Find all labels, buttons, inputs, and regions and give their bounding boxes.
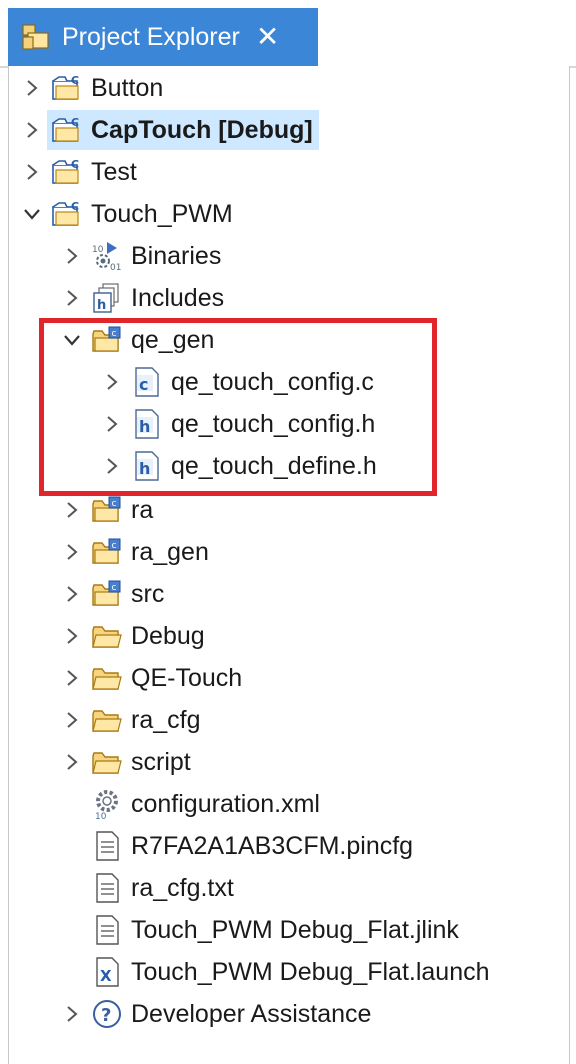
svg-text:C: C bbox=[71, 200, 79, 213]
svg-text:10: 10 bbox=[92, 245, 104, 255]
tree-item-includes[interactable]: h Includes bbox=[61, 278, 224, 318]
chevron-right-icon[interactable] bbox=[61, 750, 83, 774]
svg-text:h: h bbox=[97, 298, 106, 313]
folder-icon bbox=[92, 752, 122, 774]
tree-item-label: Test bbox=[91, 157, 137, 186]
help-icon: ? bbox=[93, 1000, 121, 1028]
tab-project-explorer[interactable]: Project Explorer ✕ bbox=[8, 8, 318, 66]
tree-item-ra-gen[interactable]: c ra_gen bbox=[61, 532, 209, 572]
chevron-right-icon[interactable] bbox=[21, 160, 43, 184]
tree-item-label: Button bbox=[91, 73, 164, 102]
tree-item-label: Touch_PWM Debug_Flat.jlink bbox=[131, 915, 459, 944]
tree-item-ra[interactable]: c ra bbox=[61, 490, 153, 530]
tree-item-label: Includes bbox=[131, 283, 225, 312]
chevron-right-icon[interactable] bbox=[61, 624, 83, 648]
view-tab-bar: Project Explorer ✕ bbox=[0, 0, 576, 68]
tree-item-label: script bbox=[131, 747, 191, 776]
tree-item-test[interactable]: C Test bbox=[21, 152, 137, 192]
tree-item-src[interactable]: c src bbox=[61, 574, 164, 614]
tree-item-label: ra_gen bbox=[131, 537, 209, 566]
launch-file-icon: X bbox=[96, 957, 119, 987]
tree-item-label: configuration.xml bbox=[131, 789, 320, 818]
svg-text:C: C bbox=[71, 116, 79, 129]
chevron-right-icon[interactable] bbox=[21, 118, 43, 142]
project-explorer-tree: C Button C CapTouch [Debug] C Test C Touch_PWM 1… bbox=[8, 66, 570, 1064]
svg-text:C: C bbox=[71, 74, 79, 87]
c-project-icon: C bbox=[52, 74, 79, 100]
tree-item-label: R7FA2A1AB3CFM.pincfg bbox=[131, 831, 414, 860]
chevron-right-icon[interactable] bbox=[61, 666, 83, 690]
close-icon[interactable]: ✕ bbox=[256, 23, 279, 51]
tree-item-configuration-xml[interactable]: 10 configuration.xml bbox=[61, 784, 320, 824]
selection-highlight: C CapTouch [Debug] bbox=[47, 110, 319, 150]
chevron-right-icon[interactable] bbox=[61, 540, 83, 564]
c-project-icon: C bbox=[52, 200, 79, 226]
chevron-right-icon[interactable] bbox=[61, 286, 83, 310]
svg-text:C: C bbox=[71, 158, 79, 171]
chevron-right-icon[interactable] bbox=[61, 244, 83, 268]
text-file-icon bbox=[96, 915, 119, 945]
tree-item-label: CapTouch [Debug] bbox=[91, 115, 313, 144]
chevron-down-icon[interactable] bbox=[21, 202, 43, 226]
folder-icon bbox=[92, 626, 122, 648]
includes-icon: h bbox=[93, 283, 119, 313]
tree-item-label: ra_cfg bbox=[131, 705, 201, 734]
tree-item-binaries[interactable]: 10 01 Binaries bbox=[61, 236, 221, 276]
tree-item-ra-cfg[interactable]: ra_cfg bbox=[61, 700, 200, 740]
chevron-right-icon[interactable] bbox=[61, 708, 83, 732]
text-file-icon bbox=[96, 873, 119, 903]
svg-text:c: c bbox=[112, 583, 117, 593]
binaries-icon: 10 01 bbox=[92, 242, 121, 272]
project-explorer-icon bbox=[22, 24, 49, 50]
tree-item-label: QE-Touch bbox=[131, 663, 243, 692]
tree-item-label: Debug bbox=[131, 621, 205, 650]
tree-item-label: Developer Assistance bbox=[131, 999, 372, 1028]
chevron-right-icon[interactable] bbox=[61, 582, 83, 606]
config-gear-icon: 10 bbox=[95, 790, 118, 820]
chevron-right-icon[interactable] bbox=[61, 498, 83, 522]
folder-icon bbox=[92, 668, 122, 690]
tree-item-touch-pwm-debug-flat-launch[interactable]: X Touch_PWM Debug_Flat.launch bbox=[61, 952, 490, 992]
c-project-icon: C bbox=[52, 116, 79, 142]
tree-item-label: Touch_PWM bbox=[91, 199, 233, 228]
chevron-right-icon[interactable] bbox=[21, 76, 43, 100]
svg-text:c: c bbox=[112, 499, 117, 509]
tree-item-label: src bbox=[131, 579, 165, 608]
tree-item-touch-pwm-debug-flat-jlink[interactable]: Touch_PWM Debug_Flat.jlink bbox=[61, 910, 459, 950]
tree-item-debug[interactable]: Debug bbox=[61, 616, 205, 656]
tree-item-label: ra bbox=[131, 495, 154, 524]
tree-item-qe-touch[interactable]: QE-Touch bbox=[61, 658, 242, 698]
tree-item-label: Touch_PWM Debug_Flat.launch bbox=[131, 957, 490, 986]
tree-item-captouch-debug[interactable]: C CapTouch [Debug] bbox=[21, 110, 319, 150]
svg-text:X: X bbox=[100, 967, 112, 985]
tab-title: Project Explorer bbox=[62, 22, 240, 51]
folder-icon bbox=[92, 710, 122, 732]
tree-item-ra-cfg-txt[interactable]: ra_cfg.txt bbox=[61, 868, 234, 908]
text-file-icon bbox=[96, 831, 119, 861]
tree-item-r7fa2a1ab3cfm-pincfg[interactable]: R7FA2A1AB3CFM.pincfg bbox=[61, 826, 413, 866]
chevron-right-icon[interactable] bbox=[61, 1002, 83, 1026]
tree-item-developer-assistance[interactable]: ? Developer Assistance bbox=[61, 994, 371, 1034]
svg-text:01: 01 bbox=[110, 263, 121, 272]
c-project-icon: C bbox=[52, 158, 79, 184]
source-folder-icon: c bbox=[92, 496, 121, 522]
highlight-annotation-box bbox=[39, 318, 437, 496]
tree-item-label: Binaries bbox=[131, 241, 222, 270]
tree-item-touch-pwm[interactable]: C Touch_PWM bbox=[21, 194, 233, 234]
tree-item-label: ra_cfg.txt bbox=[131, 873, 234, 902]
svg-text:?: ? bbox=[101, 1005, 111, 1026]
svg-text:10: 10 bbox=[95, 812, 107, 820]
tree-item-script[interactable]: script bbox=[61, 742, 191, 782]
source-folder-icon: c bbox=[92, 538, 121, 564]
source-folder-icon: c bbox=[92, 580, 121, 606]
tree-item-button[interactable]: C Button bbox=[21, 68, 163, 108]
svg-text:c: c bbox=[112, 541, 117, 551]
